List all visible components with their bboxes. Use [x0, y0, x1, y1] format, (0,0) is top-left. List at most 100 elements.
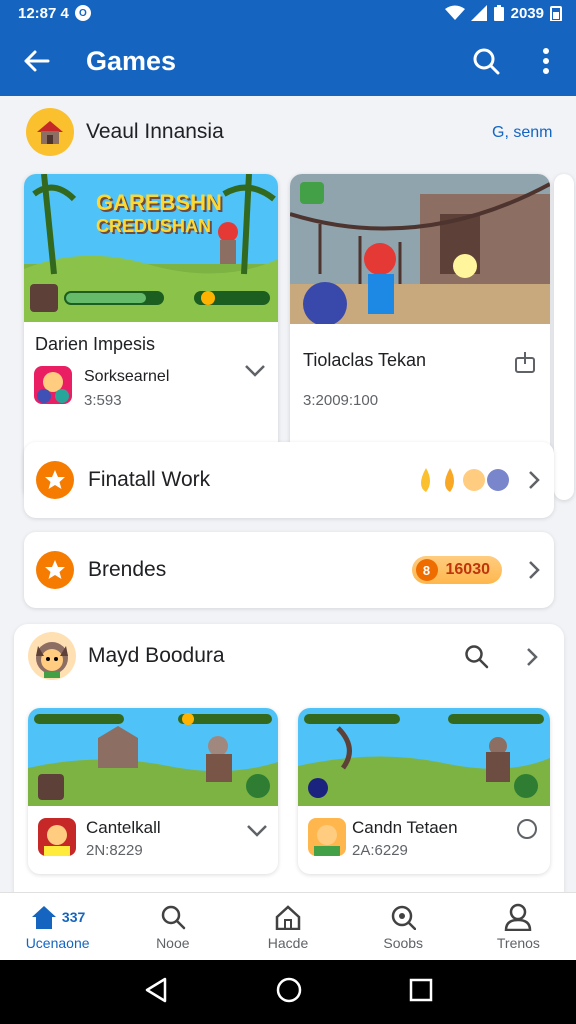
section-search-button[interactable]: [464, 644, 490, 675]
game-card-peek[interactable]: [554, 174, 574, 500]
game-avatar: [38, 818, 76, 856]
game-meta: 3:2009:100: [303, 392, 379, 409]
chevron-right-button[interactable]: [514, 560, 554, 580]
coin-badge: 8 16030: [411, 556, 502, 584]
avatar-icon: [28, 632, 76, 680]
square-recents-icon: [409, 978, 433, 1001]
search-icon: [473, 48, 500, 75]
chevron-right-icon: [529, 561, 540, 579]
game-meta: 2A:6229: [352, 842, 408, 859]
status-bar: 12:87 4 O 2039: [0, 0, 576, 26]
nav-badge: 337: [61, 909, 86, 925]
back-button[interactable]: [0, 26, 72, 96]
system-back-button[interactable]: [143, 976, 169, 1009]
chevron-down-icon: [245, 365, 265, 377]
reward-icons: [421, 468, 509, 492]
nav-label: Trenos: [496, 935, 540, 951]
list-row[interactable]: Finatall Work: [24, 442, 554, 518]
game-card[interactable]: Candn Tetaen 2A:6229: [298, 708, 550, 874]
system-nav-bar: [0, 960, 576, 1024]
expand-button[interactable]: [244, 364, 266, 383]
status-left: 12:87 4 O: [18, 5, 91, 22]
game-banner: [28, 708, 278, 806]
game-avatar: [308, 818, 346, 856]
nav-profile[interactable]: Trenos: [461, 893, 576, 960]
chevron-down-icon: [247, 825, 267, 837]
circle-home-icon: [276, 977, 302, 1002]
game-banner: [298, 708, 550, 806]
search-icon: [161, 905, 186, 930]
notification-glyph: O: [78, 7, 87, 19]
chevron-right-button[interactable]: [514, 470, 554, 490]
chevron-right-icon: [529, 471, 540, 489]
triangle-back-icon: [145, 977, 167, 1002]
page-title: Games: [86, 45, 177, 76]
coin-icon: 8: [415, 559, 438, 581]
nav-explore[interactable]: Soobs: [346, 893, 461, 960]
section-header: Veaul Innansia: [26, 108, 224, 156]
app-bar: Games: [0, 26, 576, 96]
person-icon: [505, 903, 532, 931]
wifi-icon: [444, 5, 465, 20]
share-button[interactable]: [514, 350, 536, 379]
bottom-nav: 337 Ucenaone Nooe Hacde Soobs Trenos: [0, 892, 576, 960]
status-time: 12:87 4: [18, 4, 69, 22]
section-title: Mayd Boodura: [88, 644, 225, 667]
nav-label: Ucenaone: [25, 935, 90, 951]
game-title: Darien Impesis: [35, 334, 156, 354]
coin-value: 16030: [445, 561, 491, 578]
battery-text: 2039: [510, 4, 544, 22]
nav-label: Nooe: [156, 935, 190, 951]
game-banner: GAREBSHN CREDUSHAN: [24, 174, 278, 322]
game-title: Candn Tetaen: [352, 818, 458, 837]
chevron-right-icon: [527, 648, 538, 666]
game-title: Tiolaclas Tekan: [303, 350, 427, 370]
battery-icon: [493, 5, 504, 21]
banner-subtitle: CREDUSHAN: [96, 216, 212, 236]
game-banner-art: [298, 708, 550, 806]
search-button[interactable]: [456, 26, 516, 96]
star-icon: [36, 461, 74, 499]
radio-icon: [517, 819, 537, 839]
system-home-button[interactable]: [275, 976, 303, 1009]
banner-title: GAREBSHN: [96, 190, 222, 215]
arrow-back-icon: [24, 50, 50, 72]
search-icon: [465, 645, 489, 669]
section-link[interactable]: G, senm: [492, 124, 552, 142]
magnifier-icon: [391, 905, 417, 930]
expand-button[interactable]: [246, 824, 268, 843]
section-more-button[interactable]: [526, 647, 538, 672]
house-icon: [26, 108, 74, 156]
status-right: 2039: [444, 4, 562, 22]
nav-house[interactable]: Hacde: [230, 893, 345, 960]
game-avatar: [34, 366, 72, 404]
notification-icon: O: [74, 5, 91, 21]
section-header: Mayd Boodura: [28, 632, 225, 680]
game-meta: 2N:8229: [86, 842, 143, 859]
radio-button[interactable]: [516, 818, 538, 845]
more-vert-icon: [543, 48, 549, 74]
home-icon: [31, 906, 56, 929]
game-title: Cantelkall: [86, 818, 161, 837]
list-row[interactable]: Brendes 8 16030: [24, 532, 554, 608]
row-title: Brendes: [88, 558, 167, 581]
game-meta: 3:593: [84, 392, 122, 409]
game-card[interactable]: Cantelkall 2N:8229: [28, 708, 278, 874]
more-options-button[interactable]: [516, 26, 576, 96]
nav-label: Hacde: [267, 935, 309, 951]
section-title: Veaul Innansia: [86, 120, 224, 143]
game-banner-art: [290, 174, 550, 324]
game-subtitle: Sorksearnel: [84, 368, 170, 385]
game-banner-art: [28, 708, 278, 806]
star-badge-icon: [36, 551, 74, 589]
game-banner: [290, 174, 550, 324]
nav-search[interactable]: Nooe: [115, 893, 230, 960]
system-recents-button[interactable]: [409, 978, 433, 1007]
row-title: Finatall Work: [88, 468, 211, 491]
content-area: Veaul Innansia G, senm GAREBSHN CREDUSHA…: [0, 96, 576, 892]
battery-level-icon: [550, 6, 562, 21]
nav-label: Soobs: [383, 935, 424, 951]
signal-icon: [470, 5, 487, 21]
house-outline-icon: [275, 905, 301, 930]
nav-home[interactable]: 337 Ucenaone: [0, 893, 115, 960]
